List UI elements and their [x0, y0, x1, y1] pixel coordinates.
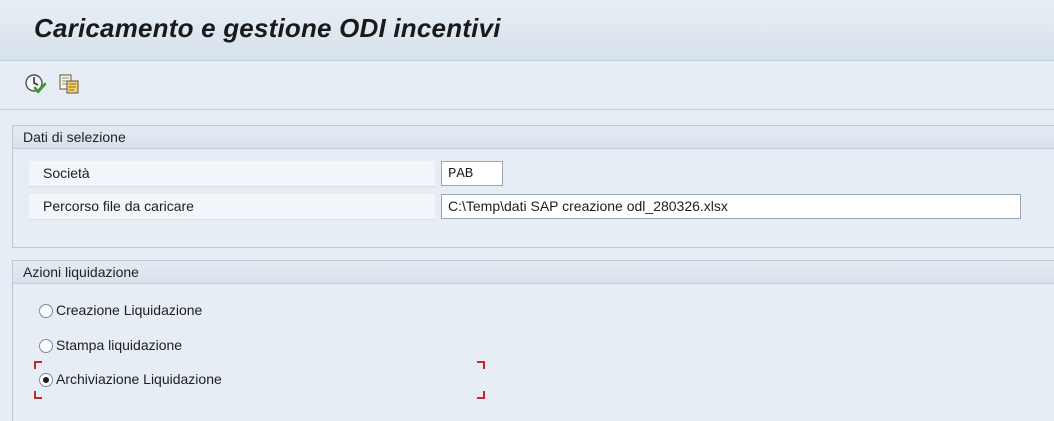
execute-icon: [25, 74, 46, 94]
title-bar: Caricamento e gestione ODI incentivi: [0, 0, 1054, 61]
variant-button[interactable]: [58, 73, 80, 95]
radio-button-selected[interactable]: [39, 373, 53, 387]
radio-label: Archiviazione Liquidazione: [56, 371, 222, 387]
actions-panel: Azioni liquidazione Creazione Liquidazio…: [12, 260, 1054, 421]
selection-panel: Dati di selezione Società PAB Percorso f…: [12, 125, 1054, 248]
radio-button[interactable]: [39, 304, 53, 318]
selection-panel-header: Dati di selezione: [13, 126, 1054, 149]
company-label: Società: [43, 165, 90, 181]
radio-label: Creazione Liquidazione: [56, 302, 203, 318]
company-field[interactable]: PAB: [441, 161, 503, 186]
radio-button[interactable]: [39, 339, 53, 353]
focus-corner-bottom-right: [477, 391, 485, 399]
file-path-label-box: Percorso file da caricare: [29, 194, 435, 220]
file-path-label: Percorso file da caricare: [43, 198, 194, 214]
file-path-field[interactable]: C:\Temp\dati SAP creazione odl_280326.xl…: [441, 194, 1021, 219]
company-label-box: Società: [29, 161, 435, 187]
focus-corner-top-right: [477, 361, 485, 369]
radio-label: Stampa liquidazione: [56, 337, 183, 353]
execute-button[interactable]: [24, 73, 46, 95]
focus-corner-top-left: [34, 361, 42, 369]
page-title: Caricamento e gestione ODI incentivi: [34, 13, 501, 43]
radio-selected-dot: [43, 377, 49, 383]
copy-variant-icon: [59, 74, 79, 94]
focus-corner-bottom-left: [34, 391, 42, 399]
application-toolbar: [0, 61, 1054, 110]
actions-panel-header: Azioni liquidazione: [13, 261, 1054, 284]
